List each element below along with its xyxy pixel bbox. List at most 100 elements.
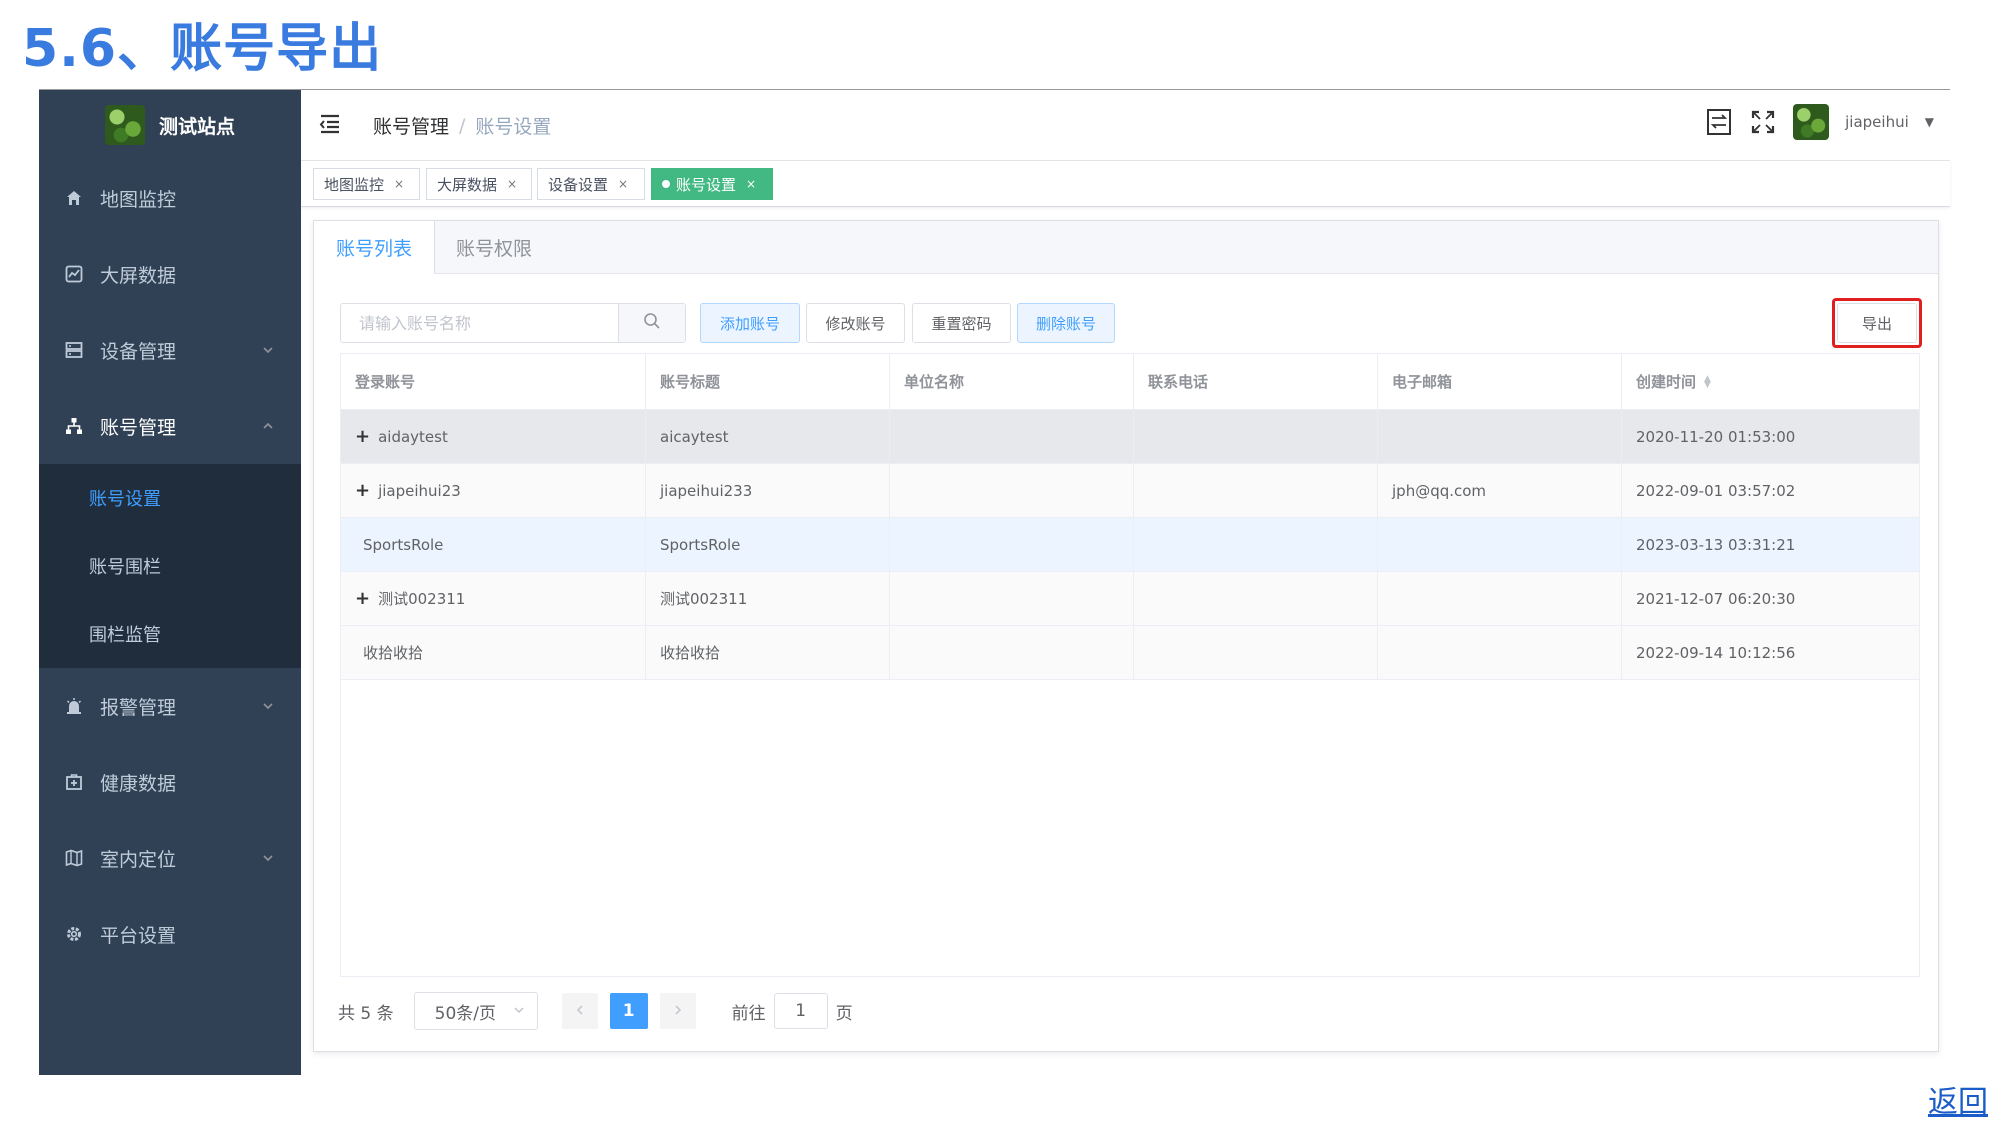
cell-login-account: + jiapeihui23 <box>341 464 646 517</box>
search-group <box>340 303 686 343</box>
breadcrumb-item-account-management[interactable]: 账号管理 <box>373 112 449 139</box>
tag-label: 大屏数据 <box>437 175 498 194</box>
pagination-total: 共 5 条 <box>338 1003 394 1024</box>
sidebar-item-map-monitor[interactable]: 地图监控 <box>39 160 301 236</box>
fullscreen-icon[interactable] <box>1749 108 1777 136</box>
page-heading: 5.6、账号导出 <box>22 19 383 79</box>
export-highlight-box <box>1832 298 1922 348</box>
add-account-button[interactable]: 添加账号 <box>700 303 800 343</box>
table-row[interactable]: SportsRole SportsRole 2023-03-13 03:31:2… <box>341 518 1919 572</box>
close-icon[interactable]: × <box>618 177 628 191</box>
cell-email <box>1378 626 1622 679</box>
cell-login-account: SportsRole <box>341 518 646 571</box>
card-tabs: 账号列表 账号权限 <box>314 221 1938 274</box>
cell-email <box>1378 572 1622 625</box>
hamburger-menu-icon[interactable] <box>319 112 343 136</box>
tab-account-permissions[interactable]: 账号权限 <box>434 221 554 273</box>
cell-unit-name <box>890 572 1134 625</box>
chevron-down-icon <box>261 343 275 361</box>
cell-created-time: 2022-09-14 10:12:56 <box>1636 643 1796 662</box>
sidebar-item-label: 大屏数据 <box>100 264 177 287</box>
sidebar-item-label: 平台设置 <box>100 924 177 947</box>
tag-label: 账号设置 <box>676 175 737 194</box>
sidebar-subitem-account-fence[interactable]: 账号围栏 <box>39 532 301 600</box>
tags-view: 地图监控 × 大屏数据 × 设备设置 × 账号设置 × <box>301 161 1950 207</box>
search-input[interactable] <box>341 304 618 342</box>
cell-account-title: aicaytest <box>646 410 890 463</box>
document-switch-icon[interactable] <box>1705 108 1733 136</box>
tag-account-settings[interactable]: 账号设置 × <box>651 168 773 200</box>
logo-image <box>104 105 145 145</box>
close-icon[interactable]: × <box>507 177 517 191</box>
table-header-row: 登录账号 账号标题 单位名称 联系电话 电子邮箱 创建时间 ▲ ▼ <box>341 354 1919 410</box>
reset-password-button[interactable]: 重置密码 <box>912 303 1011 343</box>
cell-unit-name <box>890 626 1134 679</box>
cell-phone <box>1134 572 1378 625</box>
close-icon[interactable]: × <box>746 177 756 191</box>
goto-page-input[interactable] <box>773 993 828 1029</box>
page-number-current[interactable]: 1 <box>609 993 648 1029</box>
sidebar-logo[interactable]: 测试站点 <box>39 90 301 160</box>
table-row[interactable]: + jiapeihui23 jiapeihui233 jph@qq.com 202… <box>341 464 1919 518</box>
chevron-down-icon <box>513 1001 525 1021</box>
close-icon[interactable]: × <box>394 177 404 191</box>
cell-login-account: + 测试002311 <box>341 572 646 625</box>
expand-icon[interactable]: + <box>355 426 370 447</box>
sidebar-item-alarm-management[interactable]: 报警管理 <box>39 668 301 744</box>
caret-down-icon[interactable]: ▼ <box>1925 115 1934 129</box>
page-unit-label: 页 <box>835 1003 853 1024</box>
cell-login-account: + aidaytest <box>341 410 646 463</box>
cell-unit-name <box>890 464 1134 517</box>
sidebar-item-account-management[interactable]: 账号管理 <box>39 388 301 464</box>
tag-label: 地图监控 <box>324 175 385 194</box>
tag-big-screen[interactable]: 大屏数据 × <box>426 168 532 200</box>
sidebar-item-big-screen[interactable]: 大屏数据 <box>39 236 301 312</box>
tag-device-settings[interactable]: 设备设置 × <box>537 168 645 200</box>
cell-text: SportsRole <box>363 535 444 554</box>
table-row[interactable]: 收拾收拾 收拾收拾 2022-09-14 10:12:56 <box>341 626 1919 680</box>
cell-unit-name <box>890 410 1134 463</box>
server-icon <box>64 340 84 360</box>
column-header-created-time[interactable]: 创建时间 ▲ ▼ <box>1622 354 1919 409</box>
chevron-down-icon <box>261 851 275 869</box>
delete-account-button[interactable]: 删除账号 <box>1017 303 1115 343</box>
sidebar-item-platform-settings[interactable]: 平台设置 <box>39 896 301 972</box>
search-button[interactable] <box>618 304 685 342</box>
medical-kit-icon <box>64 772 84 792</box>
table-row[interactable]: + 测试002311 测试002311 2021-12-07 06:20:30 <box>341 572 1919 626</box>
cell-phone <box>1134 464 1378 517</box>
sidebar-item-device-management[interactable]: 设备管理 <box>39 312 301 388</box>
next-page-button[interactable] <box>659 993 696 1029</box>
expand-icon[interactable]: + <box>355 588 370 609</box>
sort-icon[interactable]: ▲ ▼ <box>1704 374 1711 389</box>
tag-map-monitor[interactable]: 地图监控 × <box>313 168 420 200</box>
sidebar-subitem-account-settings[interactable]: 账号设置 <box>39 464 301 532</box>
tab-account-list[interactable]: 账号列表 <box>314 221 435 274</box>
avatar[interactable] <box>1793 104 1830 140</box>
cell-unit-name <box>890 518 1134 571</box>
column-header-email: 电子邮箱 <box>1378 354 1622 409</box>
column-header-account-title: 账号标题 <box>646 354 890 409</box>
tag-label: 设备设置 <box>548 175 609 194</box>
column-header-login-account: 登录账号 <box>341 354 646 409</box>
search-icon <box>643 312 661 334</box>
header-actions: jiapeihui ▼ <box>1705 104 1934 140</box>
home-icon <box>64 188 84 208</box>
back-link[interactable]: 返回 <box>1928 1077 1988 1121</box>
edit-account-button[interactable]: 修改账号 <box>806 303 905 343</box>
top-header: 账号管理 / 账号设置 jiapeihui ▼ <box>301 90 1950 161</box>
username[interactable]: jiapeihui <box>1845 113 1909 131</box>
sidebar-item-indoor-positioning[interactable]: 室内定位 <box>39 820 301 896</box>
app-window: 测试站点 地图监控 大屏数据 设备管理 账号管理 账号设置 账号围栏 围栏监管 … <box>39 90 1950 1075</box>
sidebar-item-health-data[interactable]: 健康数据 <box>39 744 301 820</box>
sidebar-item-label: 报警管理 <box>100 696 177 719</box>
prev-page-button[interactable] <box>561 993 598 1029</box>
cell-created-time: 2022-09-01 03:57:02 <box>1636 481 1796 500</box>
page-size-select[interactable]: 50条/页 <box>413 992 538 1030</box>
sidebar-subitem-fence-supervision[interactable]: 围栏监管 <box>39 600 301 668</box>
cell-text: aidaytest <box>378 427 448 446</box>
sidebar: 测试站点 地图监控 大屏数据 设备管理 账号管理 账号设置 账号围栏 围栏监管 … <box>39 90 301 1075</box>
expand-icon[interactable]: + <box>355 480 370 501</box>
table-row[interactable]: + aidaytest aicaytest 2020-11-20 01:53:00 <box>341 410 1919 464</box>
chevron-down-icon <box>261 699 275 717</box>
